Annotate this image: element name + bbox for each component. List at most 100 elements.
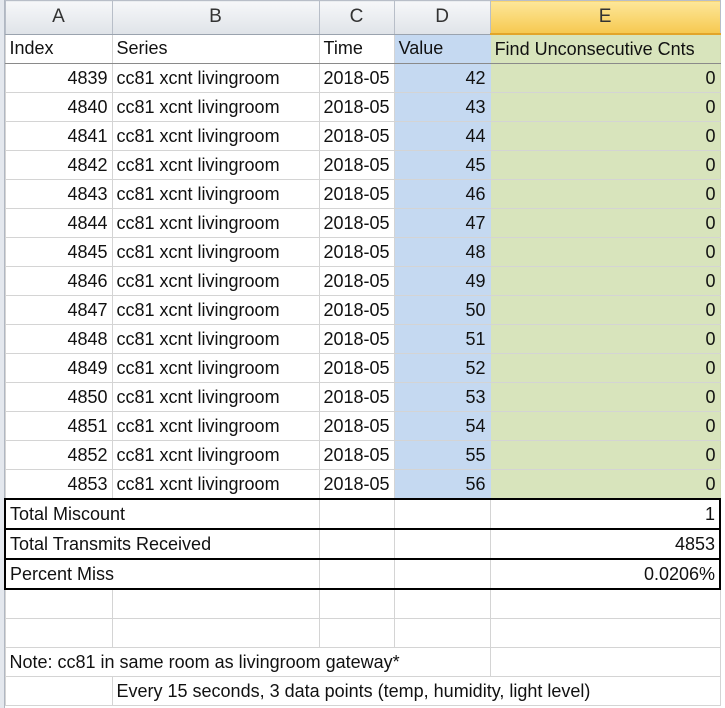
- summary-value[interactable]: 0.0206%: [489, 558, 722, 590]
- cell-series[interactable]: cc81 xcnt livingroom: [111, 237, 320, 267]
- cell-time[interactable]: 2018-05: [318, 469, 395, 500]
- cell-series[interactable]: cc81 xcnt livingroom: [111, 353, 320, 383]
- empty-cell[interactable]: [4, 676, 113, 706]
- cell-time[interactable]: 2018-05: [318, 92, 395, 122]
- cell-find-cnts[interactable]: 0: [489, 382, 721, 412]
- cell-find-cnts[interactable]: 0: [489, 266, 721, 296]
- cell-index[interactable]: 4852: [4, 440, 113, 470]
- cell-find-cnts[interactable]: 0: [489, 208, 721, 238]
- cell-find-cnts[interactable]: 0: [489, 440, 721, 470]
- cell-time[interactable]: 2018-05: [318, 121, 395, 151]
- cell-find-cnts[interactable]: 0: [489, 469, 721, 500]
- cell-value[interactable]: 42: [393, 63, 491, 93]
- summary-label[interactable]: Percent Miss: [4, 558, 320, 590]
- cell-series[interactable]: cc81 xcnt livingroom: [111, 469, 320, 500]
- cell-value[interactable]: 54: [393, 411, 491, 441]
- cell-find-cnts[interactable]: 0: [489, 411, 721, 441]
- summary-empty-cell[interactable]: [393, 558, 491, 590]
- cell-time[interactable]: 2018-05: [318, 382, 395, 412]
- cell-time[interactable]: 2018-05: [318, 63, 395, 93]
- cell-series[interactable]: cc81 xcnt livingroom: [111, 411, 320, 441]
- summary-empty-cell[interactable]: [318, 558, 395, 590]
- empty-cell[interactable]: [4, 588, 113, 619]
- cell-series[interactable]: cc81 xcnt livingroom: [111, 382, 320, 412]
- cell-series[interactable]: cc81 xcnt livingroom: [111, 150, 320, 180]
- cell-find-cnts[interactable]: 0: [489, 295, 721, 325]
- cell-index[interactable]: 4851: [4, 411, 113, 441]
- cell-find-cnts[interactable]: 0: [489, 179, 721, 209]
- empty-cell[interactable]: [111, 588, 320, 619]
- cell-series[interactable]: cc81 xcnt livingroom: [111, 324, 320, 354]
- cell-value-header[interactable]: Value: [393, 33, 491, 64]
- cell-find-cnts[interactable]: 0: [489, 121, 721, 151]
- empty-cell[interactable]: [393, 588, 491, 619]
- empty-cell[interactable]: [489, 647, 721, 677]
- cell-index[interactable]: 4853: [4, 469, 113, 500]
- cell-find-cnts[interactable]: 0: [489, 63, 721, 93]
- summary-value[interactable]: 1: [489, 498, 722, 530]
- cell-series[interactable]: cc81 xcnt livingroom: [111, 440, 320, 470]
- cell-index[interactable]: 4844: [4, 208, 113, 238]
- note-detail-cell[interactable]: Every 15 seconds, 3 data points (temp, h…: [111, 676, 721, 706]
- empty-cell[interactable]: [489, 618, 721, 648]
- cell-index[interactable]: 4842: [4, 150, 113, 180]
- cell-index[interactable]: 4848: [4, 324, 113, 354]
- cell-find-cnts[interactable]: 0: [489, 150, 721, 180]
- cell-find-cnts[interactable]: 0: [489, 324, 721, 354]
- cell-find-cnts-header[interactable]: Find Unconsecutive Cnts: [489, 33, 721, 64]
- cell-series[interactable]: cc81 xcnt livingroom: [111, 121, 320, 151]
- cell-value[interactable]: 45: [393, 150, 491, 180]
- cell-index[interactable]: 4841: [4, 121, 113, 151]
- cell-index[interactable]: 4850: [4, 382, 113, 412]
- cell-series[interactable]: cc81 xcnt livingroom: [111, 295, 320, 325]
- cell-index-header[interactable]: Index: [4, 33, 113, 64]
- cell-value[interactable]: 48: [393, 237, 491, 267]
- cell-series-header[interactable]: Series: [111, 33, 320, 64]
- cell-value[interactable]: 53: [393, 382, 491, 412]
- cell-series[interactable]: cc81 xcnt livingroom: [111, 63, 320, 93]
- cell-find-cnts[interactable]: 0: [489, 237, 721, 267]
- cell-find-cnts[interactable]: 0: [489, 92, 721, 122]
- cell-time[interactable]: 2018-05: [318, 324, 395, 354]
- cell-time[interactable]: 2018-05: [318, 295, 395, 325]
- cell-index[interactable]: 4840: [4, 92, 113, 122]
- cell-index[interactable]: 4847: [4, 295, 113, 325]
- cell-time[interactable]: 2018-05: [318, 208, 395, 238]
- empty-cell[interactable]: [489, 588, 721, 619]
- cell-value[interactable]: 55: [393, 440, 491, 470]
- cell-index[interactable]: 4839: [4, 63, 113, 93]
- summary-empty-cell[interactable]: [318, 528, 395, 560]
- cell-time[interactable]: 2018-05: [318, 353, 395, 383]
- cell-value[interactable]: 52: [393, 353, 491, 383]
- empty-cell[interactable]: [318, 588, 395, 619]
- cell-time[interactable]: 2018-05: [318, 440, 395, 470]
- cell-value[interactable]: 49: [393, 266, 491, 296]
- column-header-a[interactable]: A: [4, 0, 113, 35]
- cell-index[interactable]: 4849: [4, 353, 113, 383]
- cell-value[interactable]: 56: [393, 469, 491, 500]
- empty-cell[interactable]: [111, 618, 320, 648]
- summary-label[interactable]: Total Transmits Received: [4, 528, 320, 560]
- cell-index[interactable]: 4845: [4, 237, 113, 267]
- summary-label[interactable]: Total Miscount: [4, 498, 320, 530]
- summary-empty-cell[interactable]: [393, 528, 491, 560]
- summary-empty-cell[interactable]: [318, 498, 395, 530]
- cell-index[interactable]: 4843: [4, 179, 113, 209]
- column-header-c[interactable]: C: [318, 0, 395, 35]
- empty-cell[interactable]: [318, 618, 395, 648]
- cell-time-header[interactable]: Time: [318, 33, 395, 64]
- cell-time[interactable]: 2018-05: [318, 237, 395, 267]
- cell-index[interactable]: 4846: [4, 266, 113, 296]
- cell-series[interactable]: cc81 xcnt livingroom: [111, 92, 320, 122]
- cell-value[interactable]: 47: [393, 208, 491, 238]
- column-header-d[interactable]: D: [393, 0, 491, 35]
- cell-time[interactable]: 2018-05: [318, 266, 395, 296]
- note-cell[interactable]: Note: cc81 in same room as livingroom ga…: [4, 647, 491, 677]
- cell-value[interactable]: 46: [393, 179, 491, 209]
- cell-value[interactable]: 43: [393, 92, 491, 122]
- cell-value[interactable]: 44: [393, 121, 491, 151]
- cell-series[interactable]: cc81 xcnt livingroom: [111, 208, 320, 238]
- empty-cell[interactable]: [393, 618, 491, 648]
- empty-cell[interactable]: [4, 618, 113, 648]
- cell-series[interactable]: cc81 xcnt livingroom: [111, 179, 320, 209]
